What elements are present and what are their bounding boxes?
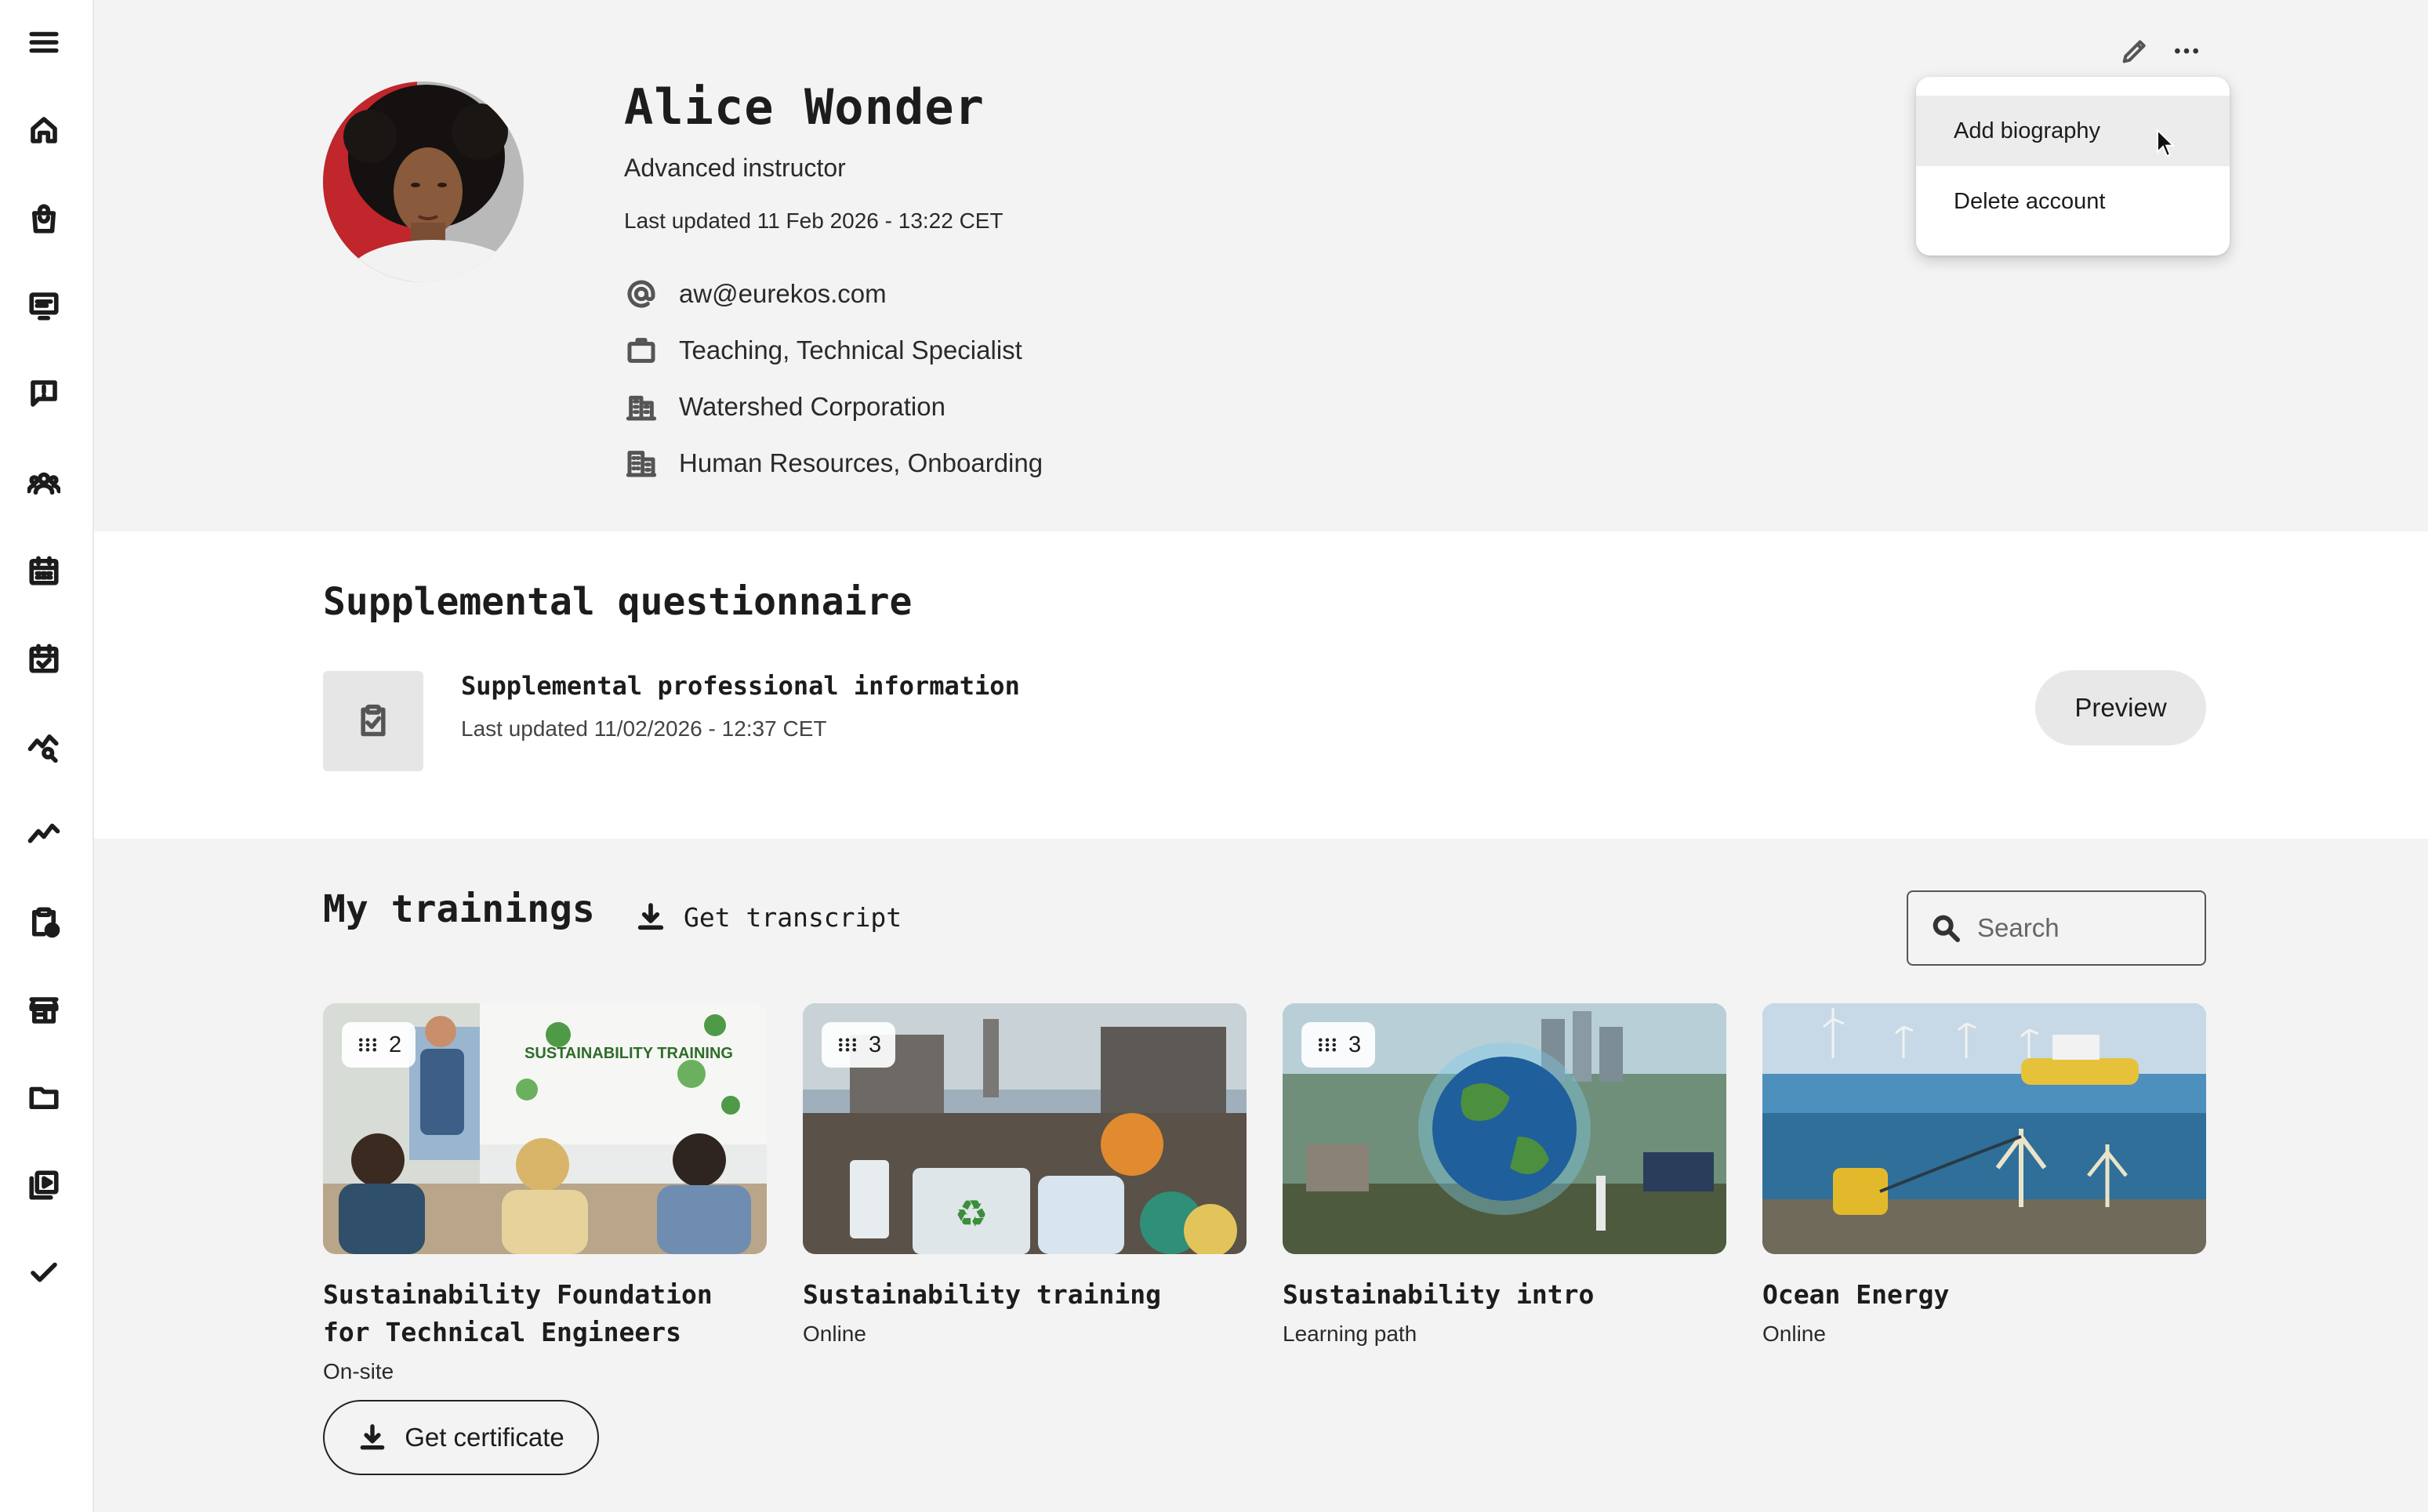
training-type: On-site xyxy=(323,1359,394,1383)
menu-item-delete-account[interactable]: Delete account xyxy=(1916,166,2230,237)
store-icon[interactable] xyxy=(24,990,64,1031)
building-icon xyxy=(624,390,659,424)
more-horizontal-icon xyxy=(2175,48,2198,54)
department-row: Human Resources, Onboarding xyxy=(624,444,1043,483)
home-icon[interactable] xyxy=(24,110,64,150)
questionnaire-last-updated: Last updated 11/02/2026 - 12:37 CET xyxy=(461,716,827,741)
more-options-button[interactable] xyxy=(2165,30,2208,72)
sidebar xyxy=(0,0,94,1512)
trainings-section: My trainings Get transcript SUSTAINABIL xyxy=(94,839,2428,1512)
clipboard-clock-icon[interactable] xyxy=(24,901,64,942)
module-count-badge: 2 xyxy=(342,1022,416,1068)
profile-last-updated: Last updated 11 Feb 2026 - 13:22 CET xyxy=(624,208,1004,233)
module-count-badge: 3 xyxy=(822,1022,896,1068)
check-icon[interactable] xyxy=(24,1253,64,1293)
department-icon xyxy=(624,446,659,480)
department-value: Human Resources, Onboarding xyxy=(679,448,1043,477)
profile-role: Advanced instructor xyxy=(624,154,846,182)
training-title[interactable]: Sustainability intro xyxy=(1283,1276,1726,1314)
menu-icon[interactable] xyxy=(24,22,64,63)
questionnaire-section: Supplemental questionnaire Supplemental … xyxy=(94,531,2428,839)
training-thumbnail[interactable]: 3 xyxy=(1283,1003,1726,1254)
questionnaire-thumbnail xyxy=(323,671,423,771)
grid-icon xyxy=(1319,1038,1336,1052)
email-row: aw@eurekos.com xyxy=(624,274,887,314)
edit-button[interactable] xyxy=(2114,30,2156,72)
at-icon xyxy=(624,277,659,311)
training-title[interactable]: Sustainability Foundation for Technical … xyxy=(323,1276,767,1351)
training-thumbnail[interactable] xyxy=(1762,1003,2206,1254)
download-icon xyxy=(637,903,664,930)
get-certificate-label: Get certificate xyxy=(405,1423,564,1452)
training-thumbnail[interactable]: ♻ 3 xyxy=(803,1003,1247,1254)
questionnaire-name[interactable]: Supplemental professional information xyxy=(461,671,1020,701)
get-transcript-button[interactable]: Get transcript xyxy=(635,894,902,941)
module-count: 2 xyxy=(389,1032,402,1057)
mouse-cursor-icon xyxy=(2157,129,2175,158)
profile-name: Alice Wonder xyxy=(624,78,985,136)
job-value: Teaching, Technical Specialist xyxy=(679,335,1022,364)
analytics-search-icon[interactable] xyxy=(24,726,64,767)
search-icon xyxy=(1933,915,1960,942)
organization-row: Watershed Corporation xyxy=(624,387,945,426)
trending-icon[interactable] xyxy=(24,814,64,854)
thumbnail-text: SUSTAINABILITY TRAINING xyxy=(524,1045,733,1062)
menu-item-add-biography[interactable]: Add biography xyxy=(1916,96,2230,166)
training-type: Online xyxy=(803,1322,866,1346)
users-icon[interactable] xyxy=(24,462,64,503)
calendar-icon[interactable] xyxy=(24,550,64,591)
search-box[interactable] xyxy=(1907,890,2206,966)
questionnaire-heading: Supplemental questionnaire xyxy=(323,580,913,624)
grid-icon xyxy=(359,1038,376,1052)
download-icon xyxy=(360,1424,385,1450)
training-card: ♻ 3 Sustainability training Online xyxy=(803,1003,1247,1347)
training-thumbnail[interactable]: SUSTAINABILITY TRAINING 2 xyxy=(323,1003,767,1254)
training-card: 3 Sustainability intro Learning path xyxy=(1283,1003,1726,1347)
presentation-icon[interactable] xyxy=(24,285,64,326)
module-count: 3 xyxy=(869,1032,882,1057)
video-library-icon[interactable] xyxy=(24,1165,64,1206)
training-type: Online xyxy=(1762,1322,1826,1346)
preview-button[interactable]: Preview xyxy=(2035,670,2206,745)
training-title[interactable]: Ocean Energy xyxy=(1762,1276,2206,1314)
briefcase-icon xyxy=(624,333,659,368)
get-certificate-button[interactable]: Get certificate xyxy=(323,1400,599,1475)
pencil-icon xyxy=(2122,40,2146,63)
training-type: Learning path xyxy=(1283,1322,1417,1346)
email-value: aw@eurekos.com xyxy=(679,279,887,308)
training-card: Ocean Energy Online xyxy=(1762,1003,2206,1347)
search-input[interactable] xyxy=(1977,913,2197,943)
trainings-heading: My trainings xyxy=(323,887,595,931)
options-menu: Add biography Delete account xyxy=(1916,77,2230,256)
calendar-check-icon[interactable] xyxy=(24,638,64,679)
get-transcript-label: Get transcript xyxy=(684,901,902,933)
training-title[interactable]: Sustainability training xyxy=(803,1276,1247,1314)
organization-value: Watershed Corporation xyxy=(679,392,945,421)
grid-icon xyxy=(839,1038,856,1052)
clipboard-check-icon xyxy=(361,704,386,737)
shopping-bag-icon[interactable] xyxy=(24,198,64,239)
avatar xyxy=(323,82,524,282)
svg-text:♻: ♻ xyxy=(954,1192,988,1236)
module-count-badge: 3 xyxy=(1301,1022,1376,1068)
training-card: SUSTAINABILITY TRAINING 2 Sustainability… xyxy=(323,1003,767,1384)
job-row: Teaching, Technical Specialist xyxy=(624,331,1022,370)
feedback-icon[interactable] xyxy=(24,373,64,414)
folder-icon[interactable] xyxy=(24,1077,64,1118)
module-count: 3 xyxy=(1348,1032,1362,1057)
